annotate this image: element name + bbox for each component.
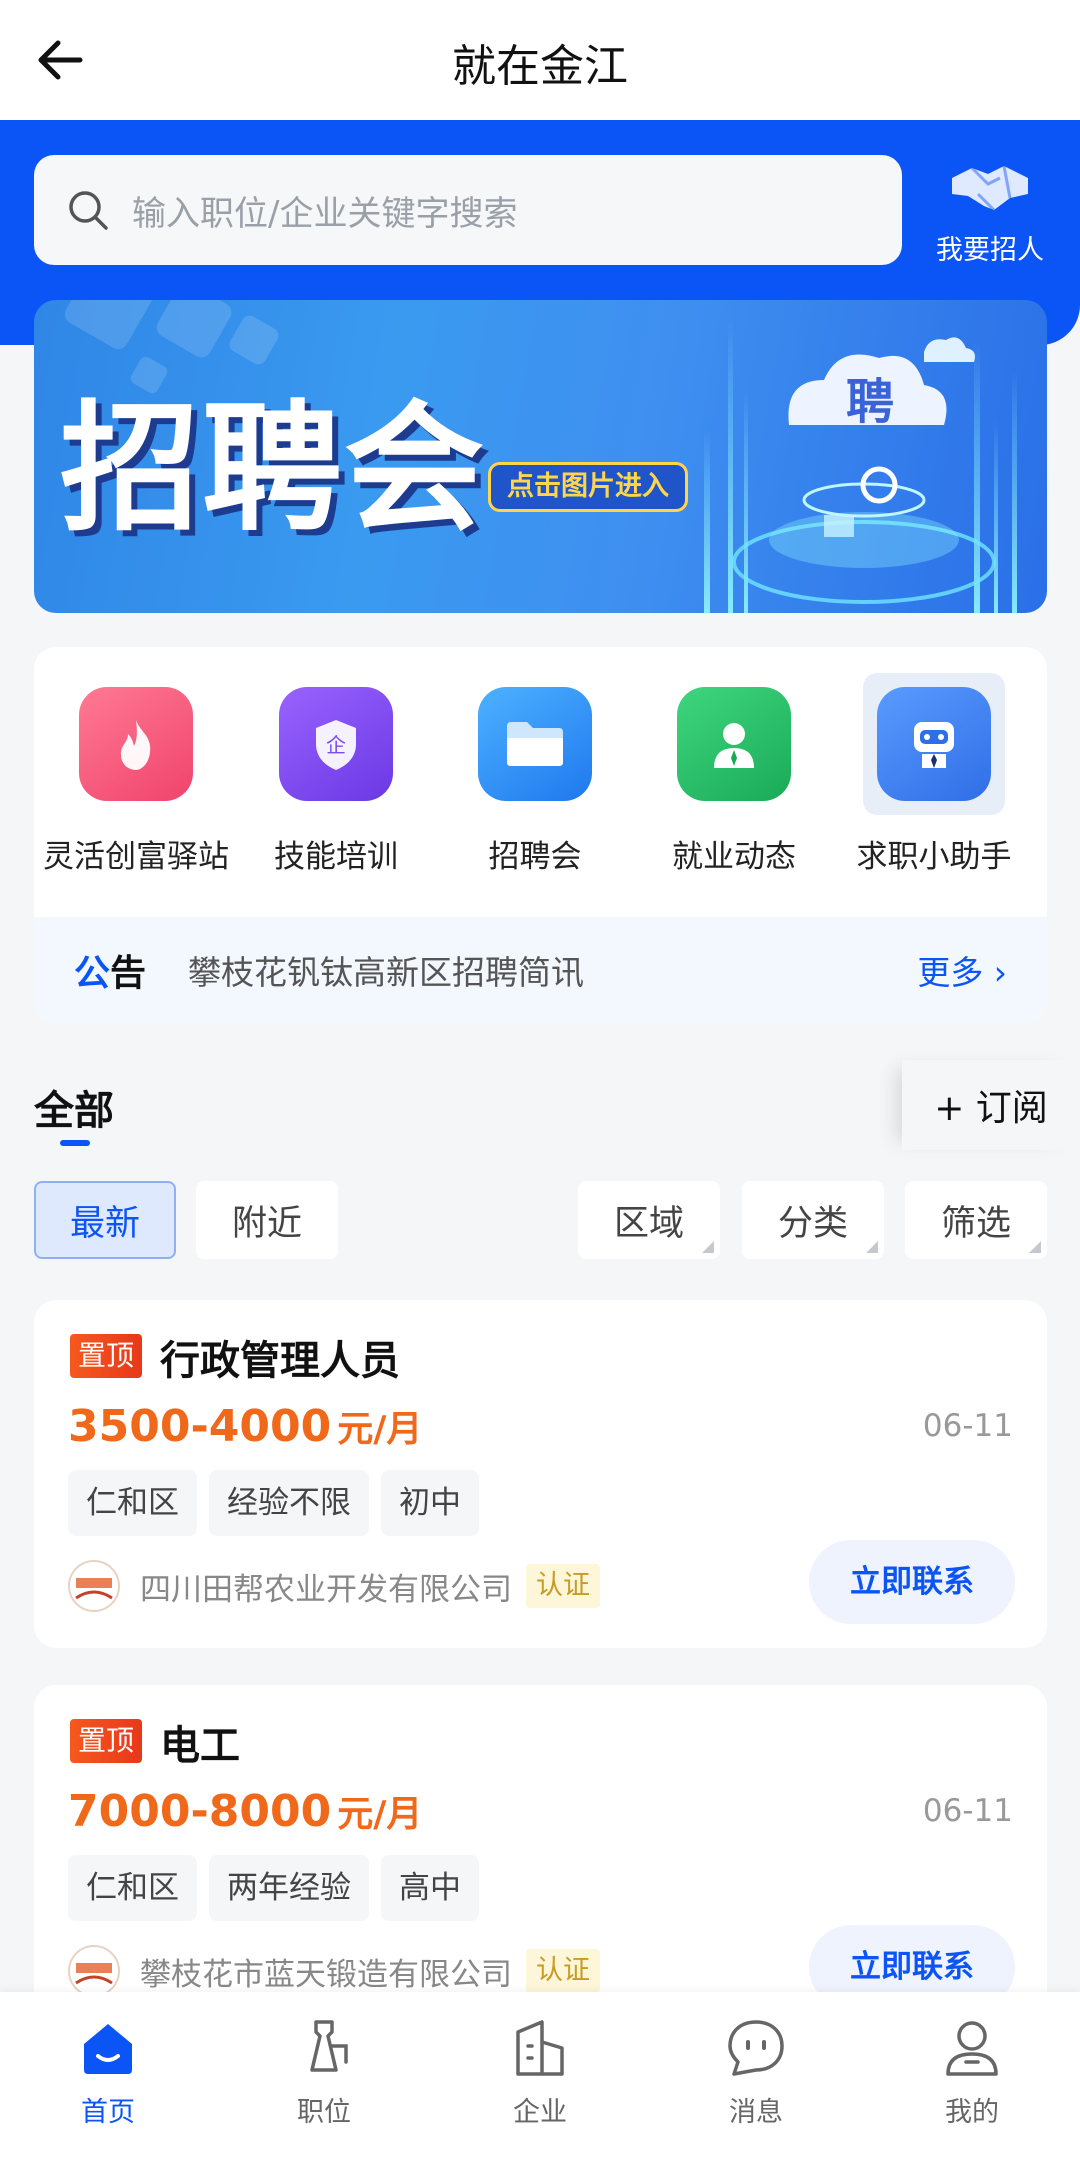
dropdown-corner-icon [1029, 1241, 1041, 1253]
pinned-badge: 置顶 [70, 1334, 143, 1378]
handshake-icon [952, 165, 1028, 212]
company-logo [68, 1560, 120, 1612]
job-tag: 仁和区 [68, 1855, 197, 1921]
announcement-bar[interactable]: 公告 攀枝花钒钛高新区招聘简讯 更多 › [34, 917, 1047, 1023]
company-name: 四川田帮农业开发有限公司 [140, 1571, 512, 1608]
dropdown-corner-icon [702, 1241, 714, 1253]
search-placeholder: 输入职位/企业关键字搜索 [132, 193, 518, 234]
page: 就在金江 输入职位/企业关键字搜索 我要招人 招聘会 点击图片进入 聘 灵活创富… [0, 0, 1080, 2183]
entry-skill-training[interactable]: 企 技能培训 [241, 687, 431, 876]
message-icon [728, 2020, 784, 2076]
filter-nearby[interactable]: 附近 [196, 1181, 338, 1259]
job-tag: 高中 [381, 1855, 479, 1921]
recruit-label: 我要招人 [936, 235, 1044, 266]
filter-latest[interactable]: 最新 [34, 1181, 176, 1259]
entry-flexible-wealth[interactable]: 灵活创富驿站 [41, 687, 231, 876]
svg-text:企: 企 [326, 733, 346, 757]
entry-label: 招聘会 [488, 839, 582, 875]
post-date: 06-11 [922, 1408, 1013, 1444]
tab-jobs[interactable]: 职位 [249, 2016, 399, 2129]
salary: 7000-8000 元/月 [68, 1786, 423, 1837]
job-tags: 仁和区 两年经验 高中 [68, 1855, 491, 1921]
person-icon [677, 687, 791, 801]
tab-profile[interactable]: 我的 [897, 2016, 1047, 2129]
dropdown-corner-icon [866, 1241, 878, 1253]
tab-messages[interactable]: 消息 [681, 2016, 831, 2129]
job-tags: 仁和区 经验不限 初中 [68, 1470, 491, 1536]
tab-indicator [60, 1140, 90, 1146]
search-icon [69, 191, 108, 230]
home-icon [84, 2024, 132, 2074]
banner-badge: 聘 [846, 374, 894, 430]
job-card[interactable]: 置顶 电工 7000-8000 元/月 06-11 仁和区 两年经验 高中 攀枝花… [34, 1685, 1047, 2033]
tab-label: 企业 [513, 2097, 567, 2128]
announcement-tag: 公告 [74, 953, 147, 994]
post-date: 06-11 [922, 1793, 1013, 1829]
robot-icon [863, 673, 1005, 815]
announcement-text: 攀枝花钒钛高新区招聘简讯 [188, 953, 585, 992]
tab-label: 我的 [945, 2097, 999, 2128]
shield-icon: 企 [279, 687, 393, 801]
contact-now-button[interactable]: 立即联系 [809, 1540, 1015, 1624]
recruit-button[interactable]: 我要招人 [930, 158, 1050, 267]
tab-all[interactable]: 全部 [34, 1078, 114, 1136]
certified-badge: 认证 [526, 1949, 600, 1993]
entry-job-fair[interactable]: 招聘会 [440, 687, 630, 876]
subscribe-button[interactable]: + 订阅 [902, 1060, 1080, 1150]
entry-label: 灵活创富驿站 [43, 839, 229, 875]
bottom-tab-bar: 首页 职位 企业 消息 我的 [0, 1992, 1080, 2183]
job-tag: 初中 [381, 1470, 479, 1536]
tab-label: 职位 [297, 2097, 351, 2128]
flame-icon [79, 687, 193, 801]
entry-job-assistant[interactable]: 求职小助手 [839, 673, 1029, 876]
company-logo [68, 1945, 120, 1997]
salary: 3500-4000 元/月 [68, 1401, 423, 1452]
job-tag: 经验不限 [209, 1470, 369, 1536]
building-icon [516, 2020, 564, 2076]
briefcase-icon [310, 2020, 348, 2072]
entry-label: 技能培训 [274, 839, 398, 875]
cloud-recruit-illustration: 聘 [704, 320, 1017, 613]
company-info: 四川田帮农业开发有限公司 认证 [68, 1560, 600, 1612]
job-title: 电工 [160, 1723, 240, 1769]
pinned-badge: 置顶 [70, 1719, 143, 1763]
banner-enter-button[interactable]: 点击图片进入 [488, 462, 688, 512]
tab-companies[interactable]: 企业 [465, 2016, 615, 2129]
tab-home[interactable]: 首页 [33, 2016, 183, 2129]
search-input[interactable]: 输入职位/企业关键字搜索 [34, 155, 902, 265]
job-title: 行政管理人员 [160, 1338, 400, 1384]
page-title: 就在金江 [452, 41, 628, 92]
job-tag: 两年经验 [209, 1855, 369, 1921]
job-tag: 仁和区 [68, 1470, 197, 1536]
top-bar: 就在金江 [0, 0, 1080, 120]
announcement-more-link[interactable]: 更多 › [917, 946, 1007, 994]
job-fair-banner[interactable]: 招聘会 点击图片进入 聘 [34, 300, 1047, 613]
certified-badge: 认证 [526, 1564, 600, 1608]
entry-label: 求职小助手 [856, 839, 1012, 875]
folder-icon [478, 687, 592, 801]
quick-entry-card: 灵活创富驿站 企 技能培训 招聘会 就业动态 求职小助手 公告 攀枝花钒钛高新区… [34, 647, 1047, 1023]
filter-screen[interactable]: 筛选 [905, 1181, 1047, 1259]
user-icon [946, 2021, 998, 2076]
tab-label: 消息 [729, 2097, 783, 2128]
entry-employment-news[interactable]: 就业动态 [639, 687, 829, 876]
filter-region[interactable]: 区域 [578, 1181, 720, 1259]
tab-label: 首页 [81, 2097, 135, 2128]
filter-category[interactable]: 分类 [742, 1181, 884, 1259]
job-card[interactable]: 置顶 行政管理人员 3500-4000 元/月 06-11 仁和区 经验不限 初中… [34, 1300, 1047, 1648]
company-name: 攀枝花市蓝天锻造有限公司 [140, 1956, 512, 1993]
entry-label: 就业动态 [672, 839, 796, 875]
banner-title: 招聘会 [60, 388, 487, 551]
company-info: 攀枝花市蓝天锻造有限公司 认证 [68, 1945, 600, 1997]
